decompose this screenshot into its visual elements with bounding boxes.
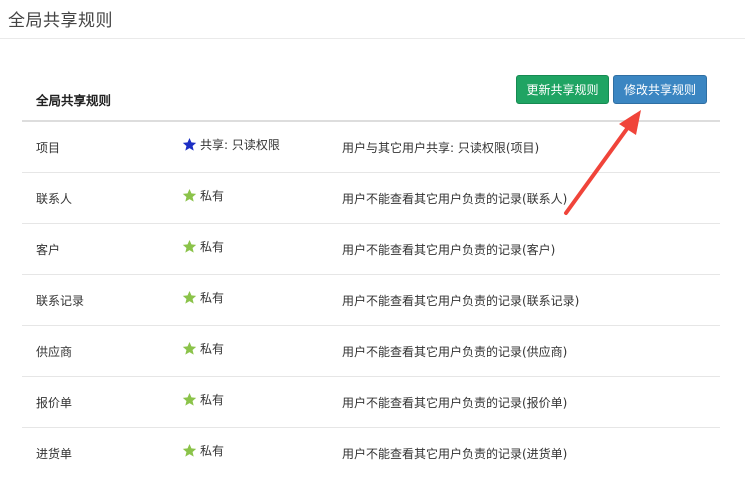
share-setting-label: 共享: 只读权限 bbox=[200, 138, 280, 152]
share-setting: 共享: 只读权限 bbox=[182, 136, 280, 153]
rule-description: 用户不能查看其它用户负责的记录(进货单) bbox=[342, 447, 568, 461]
table-row: 进货单 私有 用户不能查看其它用户负责的记录(进货单) bbox=[22, 428, 720, 478]
share-setting: 私有 bbox=[182, 340, 224, 357]
rule-description: 用户不能查看其它用户负责的记录(联系记录) bbox=[342, 294, 580, 308]
star-green-icon bbox=[182, 188, 197, 202]
share-setting-label: 私有 bbox=[200, 342, 225, 356]
rule-description: 用户与其它用户共享: 只读权限(项目) bbox=[342, 141, 540, 155]
rule-description: 用户不能查看其它用户负责的记录(报价单) bbox=[342, 396, 568, 410]
share-setting-label: 私有 bbox=[200, 291, 225, 305]
title-divider bbox=[0, 38, 745, 39]
rule-description: 用户不能查看其它用户负责的记录(供应商) bbox=[342, 345, 568, 359]
star-green-icon bbox=[182, 290, 197, 304]
table-row: 供应商 私有 用户不能查看其它用户负责的记录(供应商) bbox=[22, 326, 720, 377]
share-setting-label: 私有 bbox=[200, 189, 225, 203]
star-blue-icon bbox=[182, 137, 197, 151]
table-row: 联系人 私有 用户不能查看其它用户负责的记录(联系人) bbox=[22, 173, 720, 224]
star-green-icon bbox=[182, 392, 197, 406]
rule-description: 用户不能查看其它用户负责的记录(客户) bbox=[342, 243, 556, 257]
star-green-icon bbox=[182, 341, 197, 355]
share-setting: 私有 bbox=[182, 442, 224, 459]
share-setting-label: 私有 bbox=[200, 444, 225, 458]
star-green-icon bbox=[182, 443, 197, 457]
module-name: 联系记录 bbox=[36, 294, 85, 308]
update-sharing-rules-button[interactable]: 更新共享规则 bbox=[516, 75, 609, 104]
table-row: 报价单 私有 用户不能查看其它用户负责的记录(报价单) bbox=[22, 377, 720, 428]
module-name: 项目 bbox=[36, 141, 61, 155]
share-setting: 私有 bbox=[182, 238, 224, 255]
module-name: 进货单 bbox=[36, 447, 73, 461]
sharing-rules-panel: 全局共享规则 更新共享规则 修改共享规则 项目 共享: 只读权限 用户与其它用户… bbox=[22, 72, 720, 478]
table-row: 联系记录 私有 用户不能查看其它用户负责的记录(联系记录) bbox=[22, 275, 720, 326]
share-setting-label: 私有 bbox=[200, 393, 225, 407]
module-name: 联系人 bbox=[36, 192, 73, 206]
share-setting: 私有 bbox=[182, 289, 224, 306]
modify-sharing-rules-button[interactable]: 修改共享规则 bbox=[613, 75, 707, 104]
share-setting: 私有 bbox=[182, 187, 224, 204]
panel-header: 全局共享规则 更新共享规则 修改共享规则 bbox=[22, 72, 720, 122]
module-name: 报价单 bbox=[36, 396, 73, 410]
module-name: 客户 bbox=[36, 243, 61, 257]
share-setting: 私有 bbox=[182, 391, 224, 408]
star-green-icon bbox=[182, 239, 197, 253]
panel-heading: 全局共享规则 bbox=[36, 93, 112, 108]
share-setting-label: 私有 bbox=[200, 240, 225, 254]
table-row: 客户 私有 用户不能查看其它用户负责的记录(客户) bbox=[22, 224, 720, 275]
table-row: 项目 共享: 只读权限 用户与其它用户共享: 只读权限(项目) bbox=[22, 122, 720, 173]
rule-description: 用户不能查看其它用户负责的记录(联系人) bbox=[342, 192, 568, 206]
page-title: 全局共享规则 bbox=[8, 11, 113, 31]
module-name: 供应商 bbox=[36, 345, 73, 359]
